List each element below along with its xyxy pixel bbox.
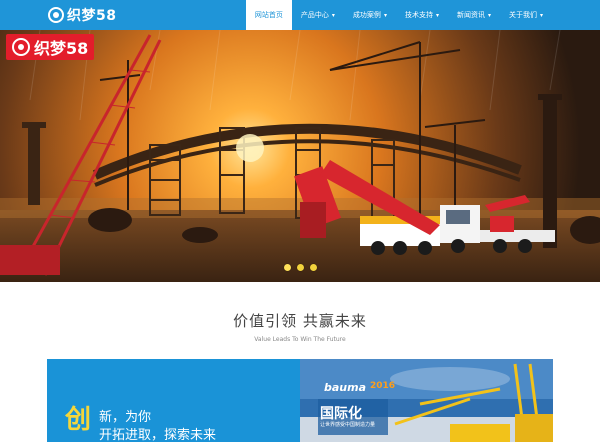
- brand-name: 织梦58: [67, 8, 117, 24]
- card-line2: 开拓进取，探索未来: [99, 428, 217, 442]
- top-nav-bar: 织梦58 网站首页 产品中心 ▾ 成功案例 ▾ 技术支持 ▾ 新闻资讯 ▾ 关于我们 ▾: [0, 0, 600, 30]
- international-card[interactable]: bauma 2016 国际化 让世界感受中国制造力量: [300, 359, 553, 442]
- nav-item-news[interactable]: 新闻资讯 ▾: [448, 0, 500, 30]
- carousel-dots: [284, 264, 317, 271]
- logo-icon: [12, 38, 30, 56]
- section-title: 价值引领 共赢未来: [233, 312, 367, 330]
- main-nav: 网站首页 产品中心 ▾ 成功案例 ▾ 技术支持 ▾ 新闻资讯 ▾ 关于我们 ▾: [245, 0, 552, 30]
- card-line1: 新，为你: [99, 410, 152, 425]
- chevron-down-icon: ▾: [435, 11, 439, 19]
- innovation-card[interactable]: 创 新，为你 开拓进取，探索未来: [47, 359, 300, 442]
- carousel-dot[interactable]: [310, 264, 317, 271]
- brand-logo[interactable]: 织梦58: [48, 4, 116, 26]
- nav-label: 网站首页: [254, 11, 283, 19]
- carousel-dot[interactable]: [297, 264, 304, 271]
- hero-banner[interactable]: 织梦58: [0, 30, 600, 282]
- hero-brand-badge: 织梦58: [6, 34, 95, 60]
- chevron-down-icon: ▾: [539, 11, 543, 19]
- nav-label: 成功案例: [352, 11, 381, 19]
- hero-image: [0, 30, 600, 282]
- card-big-char: 创: [65, 405, 92, 435]
- card-headline: 国际化: [320, 406, 362, 422]
- logo-icon: [48, 7, 64, 23]
- card-subline: 让世界感受中国制造力量: [320, 422, 376, 428]
- carousel-dot[interactable]: [284, 264, 291, 271]
- card-image: [300, 359, 553, 442]
- bauma-year: 2016: [370, 381, 396, 391]
- nav-label: 关于我们: [508, 11, 537, 19]
- chevron-down-icon: ▾: [487, 11, 491, 19]
- section-subtitle: Value Leads To Win The Future: [254, 336, 346, 343]
- nav-label: 产品中心: [300, 11, 329, 19]
- chevron-down-icon: ▾: [383, 11, 387, 19]
- nav-label: 技术支持: [404, 11, 433, 19]
- nav-item-about[interactable]: 关于我们 ▾: [500, 0, 552, 30]
- nav-label: 新闻资讯: [456, 11, 485, 19]
- bauma-logo: bauma: [324, 381, 367, 394]
- nav-item-home[interactable]: 网站首页: [245, 0, 292, 30]
- nav-item-cases[interactable]: 成功案例 ▾: [344, 0, 396, 30]
- nav-item-products[interactable]: 产品中心 ▾: [292, 0, 344, 30]
- chevron-down-icon: ▾: [331, 11, 335, 19]
- hero-badge-text: 织梦58: [34, 39, 89, 58]
- nav-item-support[interactable]: 技术支持 ▾: [396, 0, 448, 30]
